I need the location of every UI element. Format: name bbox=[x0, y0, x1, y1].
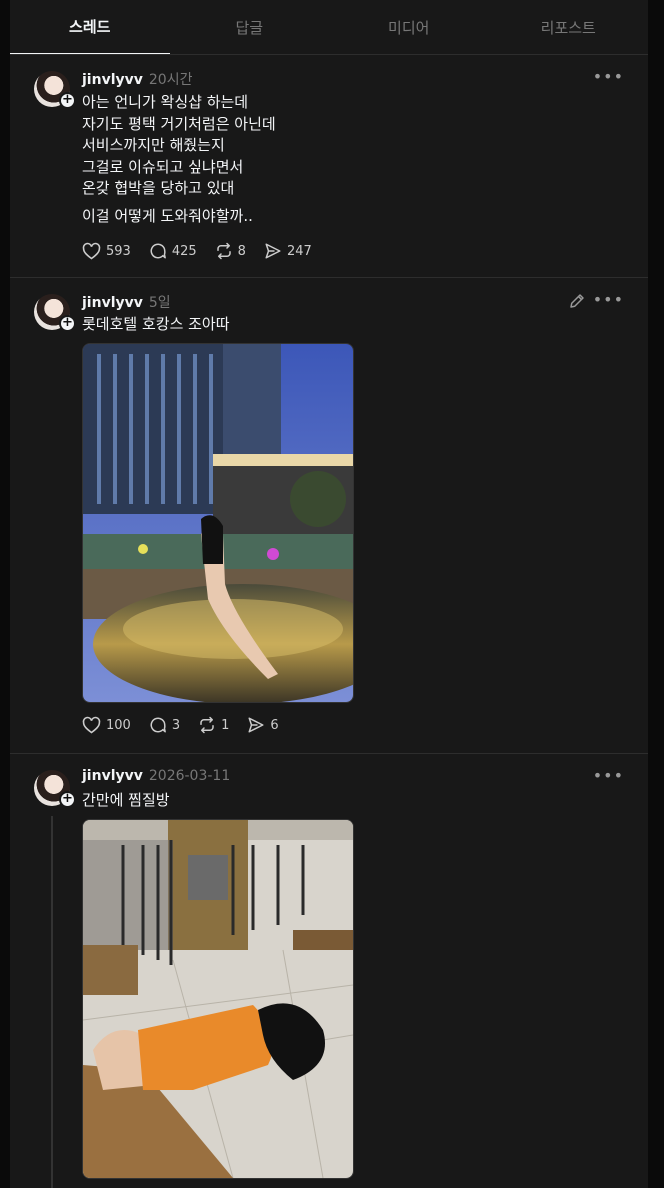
repost-count: 8 bbox=[237, 243, 246, 259]
share-count: 6 bbox=[270, 717, 279, 733]
post-item[interactable]: + jinvlyvv 2026-03-11 ••• 간만에 찜질방 bbox=[10, 754, 648, 1188]
timestamp[interactable]: 20시간 bbox=[149, 69, 193, 89]
share-button[interactable]: 6 bbox=[247, 716, 279, 734]
avatar[interactable]: + bbox=[34, 71, 76, 109]
comment-icon bbox=[150, 243, 166, 259]
comment-icon bbox=[150, 717, 166, 733]
repost-button[interactable]: 8 bbox=[215, 242, 246, 260]
thread-line bbox=[51, 816, 53, 1188]
repost-count: 1 bbox=[221, 717, 230, 733]
like-button[interactable]: 100 bbox=[82, 716, 131, 734]
post-text: 아는 언니가 왁싱샵 하는데 자기도 평택 거기처럼은 아닌데 서비스까지만 해… bbox=[82, 93, 276, 197]
post-meta: jinvlyvv 20시간 bbox=[82, 69, 192, 89]
share-button[interactable]: 247 bbox=[264, 242, 312, 260]
tab-threads[interactable]: 스레드 bbox=[10, 0, 170, 54]
post-item[interactable]: + jinvlyvv 5일 ••• 롯데호텔 호캉스 조아따 100 3 1 6 bbox=[10, 278, 648, 754]
repost-icon bbox=[216, 242, 231, 260]
tab-replies[interactable]: 답글 bbox=[170, 0, 330, 54]
profile-tabs: 스레드 답글 미디어 리포스트 bbox=[10, 0, 648, 55]
like-count: 593 bbox=[106, 243, 131, 259]
tab-reposts[interactable]: 리포스트 bbox=[489, 0, 649, 54]
post-text-continued: 이걸 어떻게 도와줘야할까.. bbox=[82, 207, 253, 225]
heart-icon bbox=[82, 242, 101, 260]
post-item[interactable]: + jinvlyvv 20시간 ••• 아는 언니가 왁싱샵 하는데 자기도 평… bbox=[10, 55, 648, 278]
share-icon bbox=[265, 243, 281, 259]
timestamp[interactable]: 2026-03-11 bbox=[149, 768, 230, 784]
post-meta: jinvlyvv 2026-03-11 bbox=[82, 768, 230, 784]
more-icon[interactable]: ••• bbox=[593, 766, 624, 785]
like-button[interactable]: 593 bbox=[82, 242, 131, 260]
username[interactable]: jinvlyvv bbox=[82, 295, 143, 311]
more-icon[interactable]: ••• bbox=[593, 290, 624, 309]
post-meta: jinvlyvv 5일 bbox=[82, 292, 171, 312]
comment-button[interactable]: 425 bbox=[149, 242, 197, 260]
profile-feed-panel: 스레드 답글 미디어 리포스트 + jinvlyvv 20시간 ••• 아는 언… bbox=[10, 0, 648, 1188]
post-image[interactable] bbox=[82, 819, 354, 1179]
like-count: 100 bbox=[106, 717, 131, 733]
follow-plus-icon[interactable]: + bbox=[59, 92, 76, 109]
share-icon bbox=[248, 717, 264, 733]
repost-icon bbox=[200, 716, 214, 734]
post-actions: 593 425 8 247 bbox=[82, 242, 312, 260]
username[interactable]: jinvlyvv bbox=[82, 72, 143, 88]
share-count: 247 bbox=[286, 243, 312, 259]
follow-plus-icon[interactable]: + bbox=[59, 791, 76, 808]
comment-count: 425 bbox=[171, 243, 197, 259]
username[interactable]: jinvlyvv bbox=[82, 768, 143, 784]
avatar[interactable]: + bbox=[34, 770, 76, 808]
repost-button[interactable]: 1 bbox=[198, 716, 229, 734]
comment-button[interactable]: 3 bbox=[149, 716, 180, 734]
post-actions: 100 3 1 6 bbox=[82, 716, 279, 734]
post-text: 롯데호텔 호캉스 조아따 bbox=[82, 315, 230, 333]
follow-plus-icon[interactable]: + bbox=[59, 315, 76, 332]
heart-icon bbox=[82, 716, 101, 734]
pencil-icon[interactable] bbox=[568, 292, 586, 314]
more-icon[interactable]: ••• bbox=[593, 67, 624, 86]
post-text: 간만에 찜질방 bbox=[82, 791, 170, 809]
comment-count: 3 bbox=[171, 717, 181, 733]
timestamp[interactable]: 5일 bbox=[149, 292, 171, 312]
tab-media[interactable]: 미디어 bbox=[329, 0, 489, 54]
avatar[interactable]: + bbox=[34, 294, 76, 332]
post-image[interactable] bbox=[82, 343, 354, 703]
